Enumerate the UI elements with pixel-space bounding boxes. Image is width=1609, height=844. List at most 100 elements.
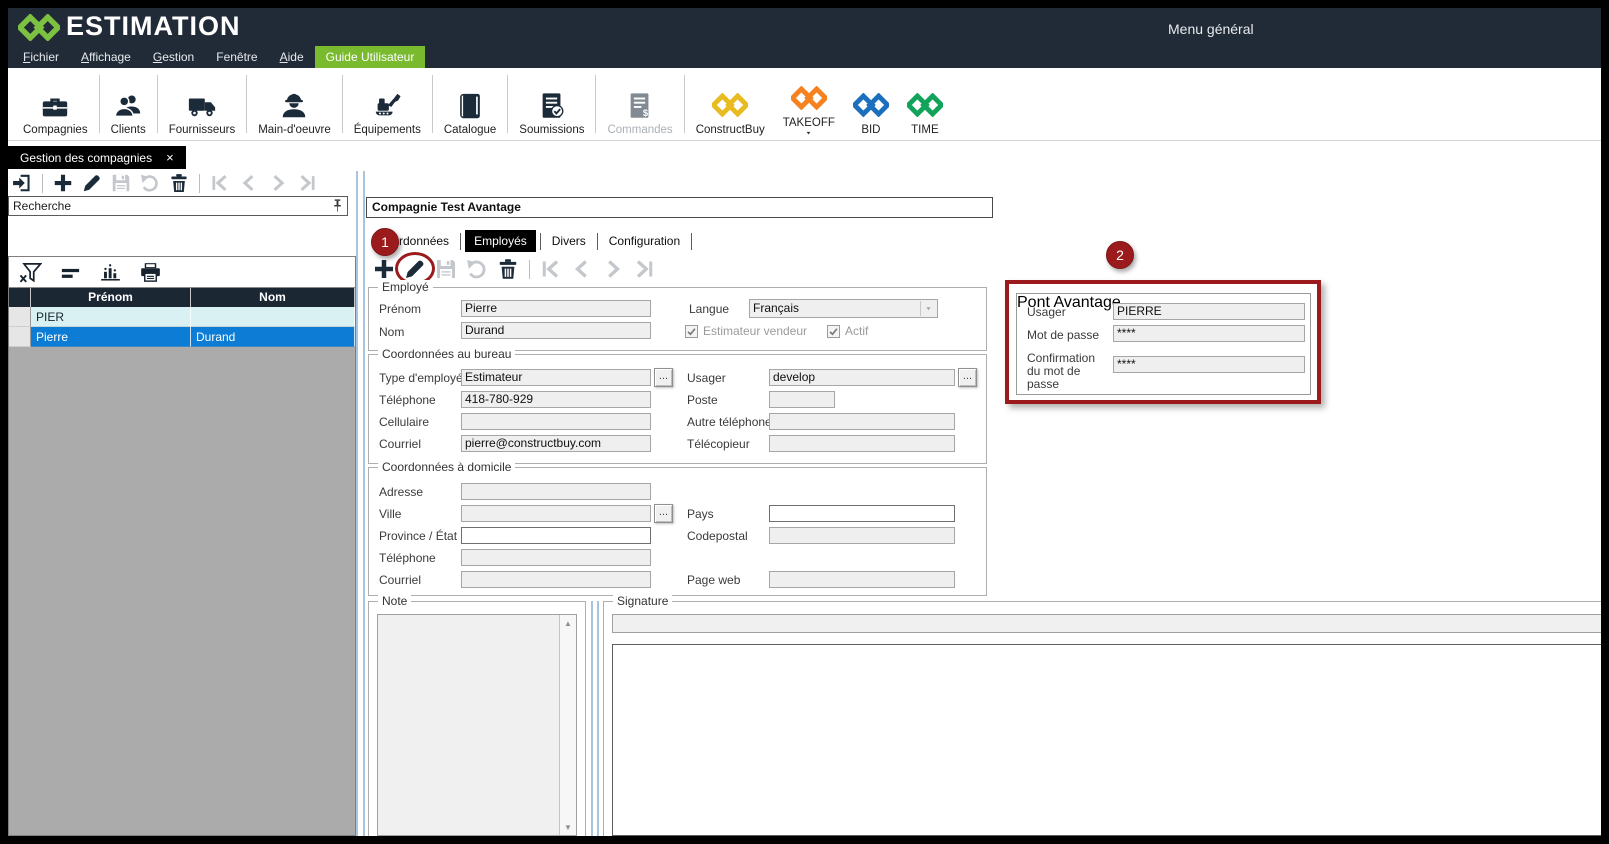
scroll-up-icon[interactable]: ▲ xyxy=(560,615,576,631)
table-row-selected[interactable]: Pierre Durand xyxy=(9,327,355,347)
toolbar-fournisseurs-button[interactable]: Fournisseurs xyxy=(160,72,244,136)
toolbar-time-button[interactable]: TIME xyxy=(898,72,952,136)
nav-last-button[interactable] xyxy=(632,257,656,281)
toolbar-commandes-button[interactable]: Commandes xyxy=(598,72,681,136)
delete-button[interactable] xyxy=(496,257,520,281)
toolbar-takeoff-button[interactable]: TAKEOFF xyxy=(774,72,844,136)
poste-field[interactable] xyxy=(769,391,835,408)
toolbar-main-doeuvre-button[interactable]: Main-d'oeuvre xyxy=(249,72,340,136)
usager-field[interactable]: develop xyxy=(769,369,955,386)
pont-mot-de-passe-field[interactable]: **** xyxy=(1113,325,1305,342)
delete-button[interactable] xyxy=(168,172,190,194)
chevron-down-icon xyxy=(924,305,933,312)
nav-prev-button[interactable] xyxy=(570,257,594,281)
row-selector[interactable] xyxy=(9,307,31,327)
cell-nom[interactable]: Durand xyxy=(191,327,355,347)
chevron-down-icon[interactable] xyxy=(804,130,813,136)
column-header-prenom[interactable]: Prénom xyxy=(31,288,191,307)
menu-gestion[interactable]: Gestion xyxy=(142,46,205,68)
autre-telephone-label: Autre téléphone xyxy=(687,415,772,429)
nom-field[interactable]: Durand xyxy=(461,322,651,339)
menu-aide[interactable]: Aide xyxy=(269,46,315,68)
nav-first-button[interactable] xyxy=(209,172,231,194)
menu-guide-utilisateur[interactable]: Guide Utilisateur xyxy=(315,46,426,68)
pin-icon[interactable] xyxy=(330,198,345,213)
usager-browse-button[interactable]: ... xyxy=(958,368,977,387)
courriel-domicile-field[interactable] xyxy=(461,571,651,588)
prenom-field[interactable]: Pierre xyxy=(461,300,651,317)
toolbar-soumissions-button[interactable]: Soumissions xyxy=(510,72,593,136)
tab-configuration[interactable]: Configuration xyxy=(602,230,687,252)
note-textarea[interactable]: ▲ ▼ xyxy=(377,614,577,836)
edit-button[interactable] xyxy=(81,172,103,194)
scroll-down-icon[interactable]: ▼ xyxy=(560,819,576,835)
undo-button[interactable] xyxy=(465,257,489,281)
print-icon[interactable] xyxy=(139,261,162,284)
ville-field[interactable] xyxy=(461,505,651,522)
column-header-nom[interactable]: Nom xyxy=(191,288,355,307)
ville-browse-button[interactable]: ... xyxy=(654,504,673,523)
menu-fenetre[interactable]: Fenêtre xyxy=(205,46,268,68)
menu-affichage[interactable]: Affichage xyxy=(70,46,142,68)
nav-next-button[interactable] xyxy=(601,257,625,281)
panel-splitter[interactable] xyxy=(356,171,365,836)
autre-telephone-field[interactable] xyxy=(769,413,955,430)
signature-canvas[interactable] xyxy=(612,644,1601,836)
toolbar-equipements-button[interactable]: Équipements xyxy=(345,72,430,136)
cell-nom[interactable] xyxy=(191,307,355,327)
codepostal-field[interactable] xyxy=(769,527,955,544)
chart-icon[interactable] xyxy=(99,261,122,284)
telephone-domicile-field[interactable] xyxy=(461,549,651,566)
adresse-field[interactable] xyxy=(461,483,651,500)
toolbar-constructbuy-button[interactable]: ConstructBuy xyxy=(687,72,774,136)
add-employee-button[interactable] xyxy=(372,257,396,281)
exit-button[interactable] xyxy=(11,172,33,194)
cellulaire-field[interactable] xyxy=(461,413,651,430)
sort-icon[interactable] xyxy=(59,261,82,284)
brand-row: ESTIMATION Menu général xyxy=(8,8,1601,46)
toolbar-catalogue-button[interactable]: Catalogue xyxy=(435,72,505,136)
note-signature-splitter[interactable] xyxy=(591,601,599,836)
estimateur-vendeur-checkbox[interactable]: Estimateur vendeur xyxy=(685,324,807,338)
dropdown-area[interactable] xyxy=(920,301,936,316)
nav-last-button[interactable] xyxy=(296,172,318,194)
edit-employee-button[interactable] xyxy=(403,257,427,281)
nav-prev-button[interactable] xyxy=(238,172,260,194)
toolbar-compagnies-button[interactable]: Compagnies xyxy=(14,72,97,136)
toolbar-bid-button[interactable]: BID xyxy=(844,72,898,136)
province-field[interactable] xyxy=(461,527,651,544)
cell-prenom[interactable]: PIER xyxy=(31,307,191,327)
tab-employes[interactable]: Employés xyxy=(465,230,536,252)
pays-field[interactable] xyxy=(769,505,955,522)
note-scrollbar[interactable]: ▲ ▼ xyxy=(559,615,576,835)
add-button[interactable] xyxy=(52,172,74,194)
type-employe-browse-button[interactable]: ... xyxy=(654,368,673,387)
signature-title-field[interactable] xyxy=(612,614,1601,633)
undo-button[interactable] xyxy=(139,172,161,194)
page-web-field[interactable] xyxy=(769,571,955,588)
type-employe-label: Type d'employé xyxy=(379,371,463,385)
langue-select[interactable]: Français xyxy=(749,299,938,318)
type-employe-field[interactable]: Estimateur xyxy=(461,369,651,386)
row-selector[interactable] xyxy=(9,327,31,347)
save-button[interactable] xyxy=(110,172,132,194)
actif-checkbox[interactable]: Actif xyxy=(827,324,868,338)
plus-icon xyxy=(372,257,396,281)
tab-gestion-des-compagnies[interactable]: Gestion des compagnies × xyxy=(8,146,186,169)
menu-fichier[interactable]: Fichier xyxy=(12,46,70,68)
nav-next-button[interactable] xyxy=(267,172,289,194)
telephone-field[interactable]: 418-780-929 xyxy=(461,391,651,408)
courriel-field[interactable]: pierre@constructbuy.com xyxy=(461,435,651,452)
nav-first-button[interactable] xyxy=(539,257,563,281)
save-button[interactable] xyxy=(434,257,458,281)
pont-confirmation-field[interactable]: **** xyxy=(1113,356,1305,373)
cell-prenom[interactable]: Pierre xyxy=(31,327,191,347)
tab-divers[interactable]: Divers xyxy=(545,230,593,252)
filter-icon[interactable] xyxy=(19,261,42,284)
pont-usager-field[interactable]: PIERRE xyxy=(1113,303,1305,320)
toolbar-clients-button[interactable]: Clients xyxy=(102,72,155,136)
close-icon[interactable]: × xyxy=(166,150,174,165)
search-input[interactable]: Recherche xyxy=(8,196,348,216)
telecopieur-field[interactable] xyxy=(769,435,955,452)
table-row-filter[interactable]: PIER xyxy=(9,307,355,327)
